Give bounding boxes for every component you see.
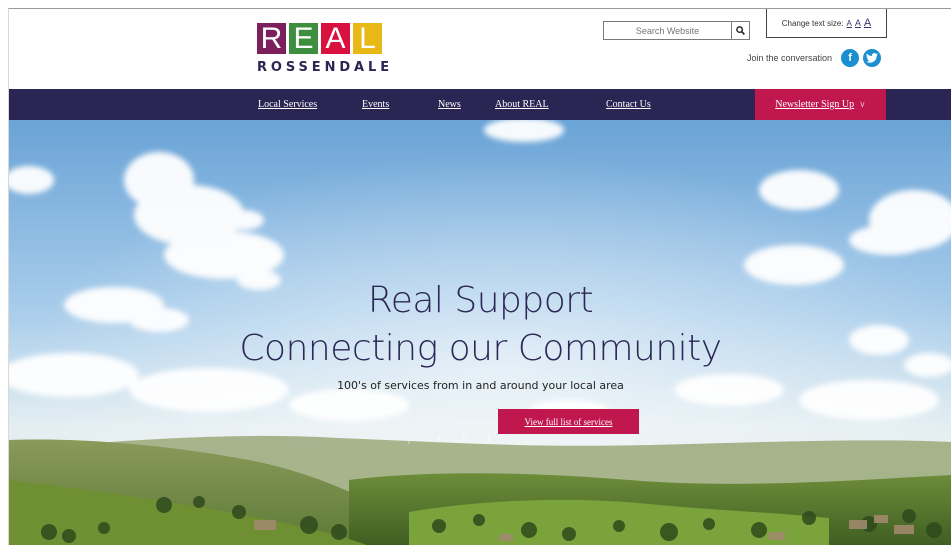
- logo-letter-l: L: [353, 23, 382, 54]
- logo-letter-a: A: [321, 23, 350, 54]
- logo-tiles: R E A L: [257, 23, 387, 54]
- text-size-control: Change text size: A A A: [766, 9, 887, 38]
- text-size-medium[interactable]: A: [855, 18, 861, 28]
- text-size-small[interactable]: A: [847, 19, 852, 28]
- social-label: Join the conversation: [747, 53, 833, 63]
- twitter-bird-glyph: [866, 53, 879, 63]
- nav-events[interactable]: Events: [362, 89, 389, 120]
- nav-news[interactable]: News: [438, 89, 461, 120]
- hero-title-line1: Real Support: [367, 280, 594, 321]
- search-input[interactable]: [604, 22, 731, 39]
- text-size-large[interactable]: A: [864, 17, 871, 29]
- logo-letter-r: R: [257, 23, 286, 54]
- newsletter-signup-button[interactable]: Newsletter Sign Up ∨: [755, 89, 886, 120]
- nav-local-services[interactable]: Local Services: [258, 89, 317, 120]
- hero-subtitle: 100's of services from in and around you…: [337, 379, 624, 392]
- logo-subtitle: ROSSENDALE: [257, 60, 393, 75]
- newsletter-label: Newsletter Sign Up: [775, 99, 855, 110]
- social-links: Join the conversation f: [747, 49, 882, 67]
- hero-title-line2: Connecting our Community: [239, 328, 722, 369]
- hero-banner: Real Support Connecting our Community 10…: [9, 120, 951, 545]
- site-logo[interactable]: R E A L ROSSENDALE: [257, 23, 393, 83]
- twitter-icon[interactable]: [863, 49, 882, 67]
- logo-letter-e: E: [289, 23, 318, 54]
- facebook-icon[interactable]: f: [841, 49, 860, 67]
- search-icon: [736, 26, 745, 35]
- view-services-button[interactable]: View full list of services: [498, 409, 639, 434]
- site-header: R E A L ROSSENDALE Change text size: A A…: [9, 9, 951, 89]
- nav-contact-us[interactable]: Contact Us: [606, 89, 651, 120]
- search-box: [603, 21, 750, 40]
- chevron-down-icon: ∨: [859, 99, 866, 109]
- nav-about-real[interactable]: About REAL: [495, 89, 549, 120]
- text-size-label: Change text size:: [781, 18, 844, 28]
- page-frame: R E A L ROSSENDALE Change text size: A A…: [8, 8, 951, 545]
- search-button[interactable]: [731, 22, 749, 39]
- main-nav: Local Services Events News About REAL Co…: [9, 89, 951, 120]
